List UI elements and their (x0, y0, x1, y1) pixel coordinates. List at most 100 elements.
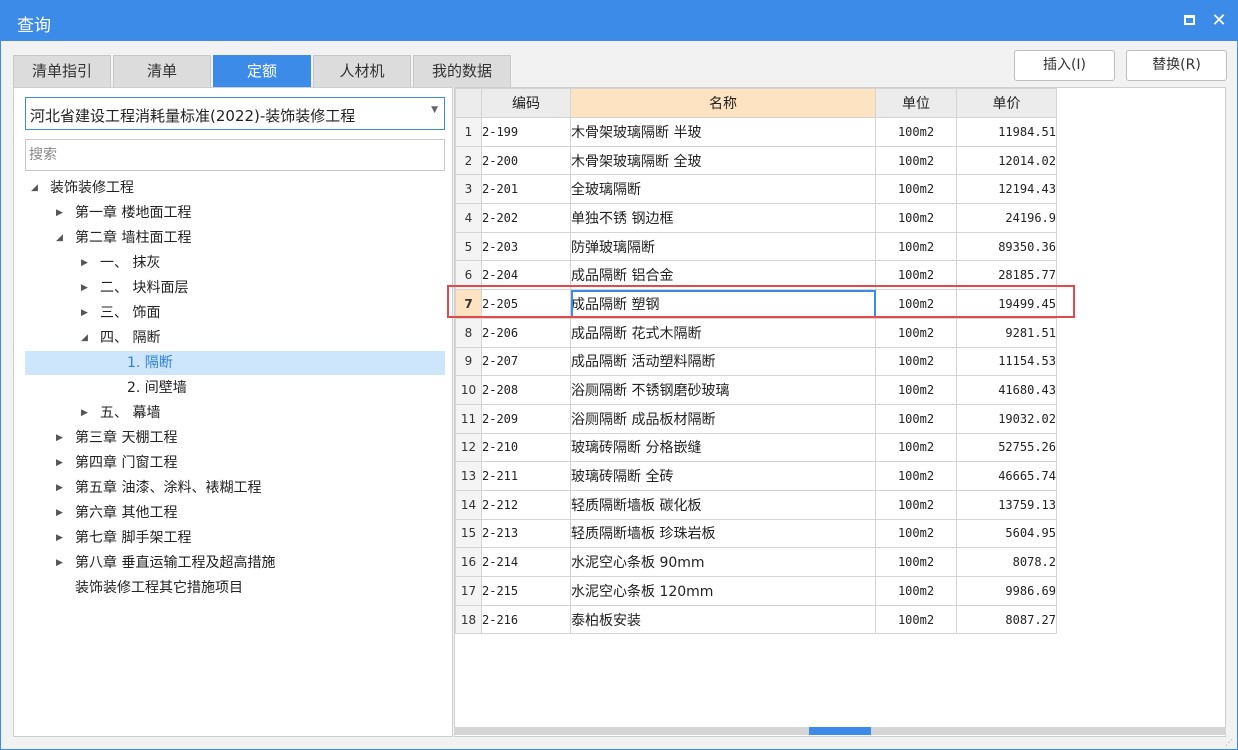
tree-item[interactable]: 装饰装修工程其它措施项目 (25, 576, 445, 600)
table-row[interactable]: 7 2-205 成品隔断 塑钢 100m2 19499.45 (455, 289, 1057, 319)
name-cell[interactable]: 木骨架玻璃隔断 半玻 (570, 117, 876, 147)
name-cell[interactable]: 成品隔断 铝合金 (570, 260, 876, 291)
table-row[interactable]: 2 2-200 木骨架玻璃隔断 全玻 100m2 12014.02 (455, 145, 1057, 176)
row-number-cell[interactable]: 17 (455, 576, 482, 606)
tree-item[interactable]: ▶ 第五章 油漆、涂料、裱糊工程 (25, 476, 445, 500)
code-cell[interactable]: 2-209 (481, 403, 571, 434)
caret-collapsed-icon[interactable]: ▶ (56, 476, 63, 500)
code-cell[interactable]: 2-211 (481, 461, 571, 491)
price-cell[interactable]: 12014.02 (956, 145, 1057, 176)
price-cell[interactable]: 46665.74 (956, 461, 1057, 491)
tree-item[interactable]: ▶ 第三章 天棚工程 (25, 426, 445, 450)
tree-item[interactable]: ▶ 第八章 垂直运输工程及超高措施 (25, 551, 445, 575)
unit-cell[interactable]: 100m2 (875, 518, 957, 549)
tab-bill[interactable]: 清单 (113, 55, 211, 87)
caret-expanded-icon[interactable]: ◢ (31, 176, 38, 200)
price-cell[interactable]: 8078.2 (956, 547, 1057, 577)
code-cell[interactable]: 2-202 (481, 203, 571, 233)
caret-collapsed-icon[interactable]: ▶ (56, 451, 63, 475)
horizontal-scrollbar[interactable] (454, 727, 1226, 735)
price-cell[interactable]: 19032.02 (956, 403, 1057, 434)
row-number-cell[interactable]: 8 (455, 317, 482, 348)
scrollbar-thumb[interactable] (809, 727, 871, 735)
table-row[interactable]: 12 2-210 玻璃砖隔断 分格嵌缝 100m2 52755.26 (455, 432, 1057, 463)
insert-button[interactable]: 插入(I) (1014, 50, 1115, 81)
table-row[interactable]: 8 2-206 成品隔断 花式木隔断 100m2 9281.51 (455, 317, 1057, 348)
header-unit[interactable]: 单位 (875, 88, 957, 118)
table-row[interactable]: 4 2-202 单独不锈 钢边框 100m2 24196.9 (455, 203, 1057, 233)
unit-cell[interactable]: 100m2 (875, 403, 957, 434)
resize-grip-icon[interactable]: ⋰ (1225, 737, 1237, 749)
unit-cell[interactable]: 100m2 (875, 231, 957, 262)
code-cell[interactable]: 2-212 (481, 489, 571, 520)
caret-collapsed-icon[interactable]: ▶ (56, 426, 63, 450)
unit-cell[interactable]: 100m2 (875, 174, 957, 205)
code-cell[interactable]: 2-215 (481, 576, 571, 606)
tab-quota[interactable]: 定额 (213, 55, 311, 87)
tab-labor-material-machine[interactable]: 人材机 (313, 55, 411, 87)
price-cell[interactable]: 24196.9 (956, 203, 1057, 233)
caret-expanded-icon[interactable]: ◢ (56, 226, 63, 250)
tree-item[interactable]: ▶ 五、 幕墙 (25, 401, 445, 425)
maximize-icon[interactable] (1177, 9, 1201, 33)
tree-item[interactable]: ◢ 四、 隔断 (25, 326, 445, 350)
table-row[interactable]: 9 2-207 成品隔断 活动塑料隔断 100m2 11154.53 (455, 346, 1057, 377)
tree-item[interactable]: ▶ 第一章 楼地面工程 (25, 201, 445, 225)
name-cell[interactable]: 轻质隔断墙板 碳化板 (570, 489, 876, 520)
name-cell[interactable]: 成品隔断 活动塑料隔断 (570, 346, 876, 377)
row-number-cell[interactable]: 18 (455, 604, 482, 635)
table-row[interactable]: 1 2-199 木骨架玻璃隔断 半玻 100m2 11984.51 (455, 117, 1057, 147)
name-cell[interactable]: 木骨架玻璃隔断 全玻 (570, 145, 876, 176)
row-number-cell[interactable]: 11 (455, 403, 482, 434)
unit-cell[interactable]: 100m2 (875, 547, 957, 577)
name-cell[interactable]: 防弹玻璃隔断 (570, 231, 876, 262)
table-row[interactable]: 16 2-214 水泥空心条板 90mm 100m2 8078.2 (455, 547, 1057, 577)
search-input[interactable] (29, 141, 439, 169)
caret-collapsed-icon[interactable]: ▶ (56, 501, 63, 525)
table-row[interactable]: 3 2-201 全玻璃隔断 100m2 12194.43 (455, 174, 1057, 205)
search-field[interactable] (25, 139, 445, 171)
name-cell[interactable]: 单独不锈 钢边框 (570, 203, 876, 233)
code-cell[interactable]: 2-216 (481, 604, 571, 635)
caret-collapsed-icon[interactable]: ▶ (56, 551, 63, 575)
tree-item[interactable]: ▶ 二、 块料面层 (25, 276, 445, 300)
header-name[interactable]: 名称 (570, 88, 876, 118)
tree-item[interactable]: ▶ 一、 抹灰 (25, 251, 445, 275)
title-bar[interactable]: 查询 ✕ (1, 1, 1237, 41)
unit-cell[interactable]: 100m2 (875, 489, 957, 520)
row-number-cell[interactable]: 12 (455, 432, 482, 463)
unit-cell[interactable]: 100m2 (875, 432, 957, 463)
name-cell[interactable]: 泰柏板安装 (570, 604, 876, 635)
tree-item[interactable]: ▶ 第六章 其他工程 (25, 501, 445, 525)
code-cell[interactable]: 2-203 (481, 231, 571, 262)
table-row[interactable]: 17 2-215 水泥空心条板 120mm 100m2 9986.69 (455, 576, 1057, 606)
code-cell[interactable]: 2-214 (481, 547, 571, 577)
code-cell[interactable]: 2-204 (481, 260, 571, 291)
name-cell[interactable]: 成品隔断 塑钢 (570, 289, 876, 319)
row-number-cell[interactable]: 16 (455, 547, 482, 577)
code-cell[interactable]: 2-199 (481, 117, 571, 147)
table-row[interactable]: 10 2-208 浴厕隔断 不锈钢磨砂玻璃 100m2 41680.43 (455, 375, 1057, 405)
code-cell[interactable]: 2-206 (481, 317, 571, 348)
row-number-cell[interactable]: 15 (455, 518, 482, 549)
tree-item[interactable]: 1. 隔断 (25, 351, 445, 375)
unit-cell[interactable]: 100m2 (875, 145, 957, 176)
standard-select[interactable]: 河北省建设工程消耗量标准(2022)-装饰装修工程 ▼ (25, 97, 445, 130)
unit-cell[interactable]: 100m2 (875, 604, 957, 635)
name-cell[interactable]: 玻璃砖隔断 分格嵌缝 (570, 432, 876, 463)
header-price[interactable]: 单价 (956, 88, 1057, 118)
price-cell[interactable]: 12194.43 (956, 174, 1057, 205)
close-icon[interactable]: ✕ (1207, 9, 1231, 33)
unit-cell[interactable]: 100m2 (875, 375, 957, 405)
code-cell[interactable]: 2-201 (481, 174, 571, 205)
price-cell[interactable]: 52755.26 (956, 432, 1057, 463)
name-cell[interactable]: 水泥空心条板 120mm (570, 576, 876, 606)
code-cell[interactable]: 2-210 (481, 432, 571, 463)
tree-item[interactable]: ◢ 第二章 墙柱面工程 (25, 226, 445, 250)
caret-collapsed-icon[interactable]: ▶ (81, 301, 88, 325)
name-cell[interactable]: 浴厕隔断 不锈钢磨砂玻璃 (570, 375, 876, 405)
tree-item[interactable]: ◢ 装饰装修工程 (25, 176, 445, 200)
name-cell[interactable]: 轻质隔断墙板 珍珠岩板 (570, 518, 876, 549)
caret-collapsed-icon[interactable]: ▶ (81, 401, 88, 425)
tree-item[interactable]: ▶ 第七章 脚手架工程 (25, 526, 445, 550)
